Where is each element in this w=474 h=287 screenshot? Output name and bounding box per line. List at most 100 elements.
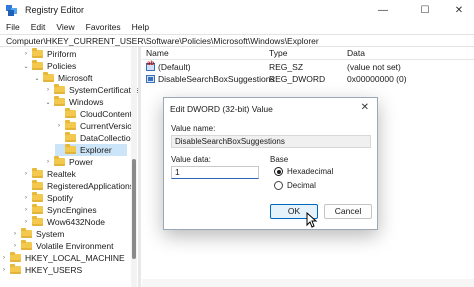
- menu-edit[interactable]: Edit: [31, 22, 46, 32]
- tree-item-label: HKEY_USERS: [25, 265, 83, 275]
- maximize-button[interactable]: ☐: [410, 0, 440, 20]
- tree-item-hkey-users[interactable]: › HKEY_USERS: [0, 264, 82, 276]
- chevron-down-icon[interactable]: ⌄: [44, 99, 52, 106]
- tree-item-currentversion[interactable]: › CurrentVersion: [55, 120, 137, 132]
- tree-item-label: Power: [69, 157, 94, 167]
- dword-value-icon: [146, 75, 155, 83]
- cancel-button[interactable]: Cancel: [324, 204, 372, 219]
- scrollbar-thumb[interactable]: [132, 159, 136, 259]
- chevron-right-icon[interactable]: ›: [22, 195, 30, 201]
- tree-item-label: Windows: [69, 97, 104, 107]
- chevron-right-icon[interactable]: ›: [22, 51, 30, 57]
- chevron-down-icon[interactable]: ⌄: [33, 75, 41, 82]
- tree-item-wow6432node[interactable]: › Wow6432Node: [22, 216, 105, 228]
- string-value-icon: [146, 61, 155, 71]
- tree-item-policies[interactable]: ⌄ Policies: [22, 60, 76, 72]
- tree-item-power[interactable]: › Power: [44, 156, 93, 168]
- tree-item-explorer[interactable]: Explorer: [55, 144, 127, 156]
- folder-icon: [54, 84, 65, 94]
- folder-icon: [65, 144, 76, 154]
- folder-icon: [32, 180, 43, 190]
- folder-icon: [32, 192, 43, 202]
- tree-item-realtek[interactable]: › Realtek: [22, 168, 76, 180]
- folder-icon: [43, 72, 54, 82]
- tree-item-windows[interactable]: ⌄ Windows: [44, 96, 103, 108]
- tree-item-piriform[interactable]: › Piriform: [22, 48, 76, 60]
- folder-icon: [21, 240, 32, 250]
- minimize-button[interactable]: —: [368, 0, 398, 20]
- folder-icon: [65, 120, 76, 130]
- tree-item-hkey-local-machine[interactable]: › HKEY_LOCAL_MACHINE: [0, 252, 125, 264]
- chevron-right-icon[interactable]: ›: [22, 207, 30, 213]
- tree-item-label: HKEY_LOCAL_MACHINE: [25, 253, 125, 263]
- maximize-icon: ☐: [420, 4, 430, 16]
- tree-item-label: SystemCertificates: [69, 85, 138, 95]
- edit-dword-dialog: Edit DWORD (32-bit) Value ✕ Value name: …: [163, 97, 378, 230]
- tree-item-syncengines[interactable]: › SyncEngines: [22, 204, 97, 216]
- chevron-right-icon[interactable]: ›: [22, 219, 30, 225]
- column-type[interactable]: Type: [269, 47, 287, 60]
- tree-item-registeredapplications[interactable]: RegisteredApplications: [22, 180, 134, 192]
- tree-item-cloudcontent[interactable]: CloudContent: [55, 108, 132, 120]
- folder-icon: [32, 48, 43, 58]
- column-name[interactable]: Name: [146, 47, 169, 60]
- tree-item-systemcertificates[interactable]: › SystemCertificates: [44, 84, 138, 96]
- close-icon: ✕: [454, 4, 464, 16]
- folder-icon: [32, 60, 43, 70]
- base-hexadecimal-radio[interactable]: Hexadecimal: [274, 167, 333, 176]
- tree-item-spotify[interactable]: › Spotify: [22, 192, 73, 204]
- chevron-right-icon[interactable]: ›: [11, 231, 19, 237]
- folder-icon: [10, 252, 21, 262]
- close-button[interactable]: ✕: [444, 0, 474, 20]
- chevron-right-icon[interactable]: ›: [55, 123, 63, 129]
- tree-item-system[interactable]: › System: [11, 228, 64, 240]
- minimize-icon: —: [378, 4, 388, 16]
- pane-splitter[interactable]: [138, 47, 141, 287]
- list-item[interactable]: DisableSearchBoxSuggestions REG_DWORD 0x…: [142, 73, 474, 85]
- value-name-field: DisableSearchBoxSuggestions: [171, 135, 371, 148]
- tree-item-label: CurrentVersion: [80, 121, 137, 131]
- menu-view[interactable]: View: [56, 22, 74, 32]
- menu-bar: File Edit View Favorites Help: [0, 20, 474, 34]
- chevron-right-icon[interactable]: ›: [44, 159, 52, 165]
- tree-item-label: Microsoft: [58, 73, 93, 83]
- tree-item-label: Spotify: [47, 193, 73, 203]
- tree-item-label: Volatile Environment: [36, 241, 114, 251]
- list-item[interactable]: (Default) REG_SZ (value not set): [142, 61, 474, 73]
- chevron-right-icon[interactable]: ›: [44, 87, 52, 93]
- tree-item-microsoft[interactable]: ⌄ Microsoft: [33, 72, 92, 84]
- folder-icon: [65, 132, 76, 142]
- chevron-right-icon[interactable]: ›: [0, 267, 8, 273]
- tree-scrollbar[interactable]: [131, 47, 137, 287]
- list-scrollbar[interactable]: [142, 279, 474, 287]
- chevron-right-icon[interactable]: ›: [11, 243, 19, 249]
- value-data-input[interactable]: 1: [171, 166, 259, 179]
- tree-item-label: RegisteredApplications: [47, 181, 134, 191]
- list-header: Name Type Data: [142, 47, 474, 60]
- tree-item-label: Explorer: [80, 145, 112, 155]
- chevron-right-icon[interactable]: ›: [0, 255, 8, 261]
- title-bar: Registry Editor — ☐ ✕: [0, 0, 474, 20]
- folder-icon: [32, 168, 43, 178]
- menu-favorites[interactable]: Favorites: [86, 22, 121, 32]
- chevron-right-icon[interactable]: ›: [22, 171, 30, 177]
- column-data[interactable]: Data: [347, 47, 365, 60]
- folder-icon: [54, 96, 65, 106]
- radio-selected-icon[interactable]: [274, 167, 283, 176]
- tree-item-datacollection[interactable]: DataCollection: [55, 132, 135, 144]
- close-icon[interactable]: ✕: [361, 102, 369, 113]
- menu-help[interactable]: Help: [132, 22, 149, 32]
- folder-icon: [21, 228, 32, 238]
- tree-item-label: Piriform: [47, 49, 77, 59]
- folder-icon: [65, 108, 76, 118]
- registry-editor-icon: [6, 4, 17, 16]
- menu-file[interactable]: File: [6, 22, 20, 32]
- tree-item-volatile-environment[interactable]: › Volatile Environment: [11, 240, 114, 252]
- address-bar[interactable]: Computer\HKEY_CURRENT_USER\Software\Poli…: [0, 34, 474, 47]
- radio-unselected-icon[interactable]: [274, 181, 283, 190]
- folder-icon: [10, 264, 21, 274]
- chevron-down-icon[interactable]: ⌄: [22, 63, 30, 70]
- tree-item-label: DataCollection: [80, 133, 136, 143]
- base-decimal-radio[interactable]: Decimal: [274, 181, 316, 190]
- value-data-label: Value data:: [171, 155, 211, 164]
